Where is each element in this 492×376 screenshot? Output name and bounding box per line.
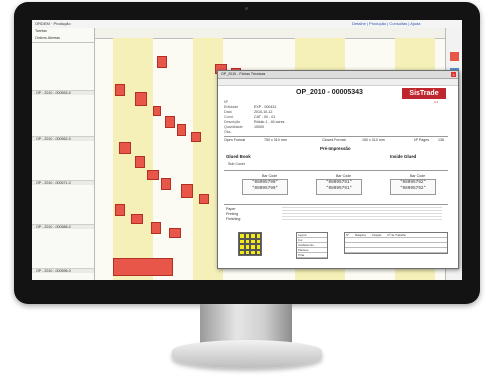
field-row: Entidade EXP - 000431 xyxy=(224,105,277,109)
sidebar-header-tasks[interactable]: Tarefas xyxy=(32,28,94,35)
monitor: ORDEM · Produção Detalhe | Produção | Co… xyxy=(14,2,480,304)
process-text xyxy=(282,207,442,221)
task-block[interactable] xyxy=(191,132,201,142)
sidebar-row[interactable]: OP - 2010 - 000562-0 xyxy=(32,136,94,141)
sistrade-logo: SisTrade xyxy=(402,88,446,99)
task-block[interactable] xyxy=(181,184,193,198)
technical-sheet: OP_2010 - 00005343 SisTrade 3.1 Nº Entid… xyxy=(222,86,450,264)
op-number: OP_2010 - 00005343 xyxy=(296,89,363,96)
panel-icon[interactable] xyxy=(450,52,459,61)
printing-label: Printing xyxy=(226,212,239,216)
closed-format-value: 150 x 310 mm xyxy=(362,138,385,142)
field-row: Quantidade 10000 xyxy=(224,125,264,129)
sidebar-header-orders[interactable]: Ordens Abertas xyxy=(32,35,94,42)
field-row: Nº xyxy=(224,100,228,104)
task-block[interactable] xyxy=(135,156,145,168)
paper-label: Paper xyxy=(226,207,236,211)
task-block[interactable] xyxy=(165,116,175,128)
task-block[interactable] xyxy=(131,214,143,224)
task-block[interactable] xyxy=(177,124,186,136)
pages-value: 136 xyxy=(438,138,444,142)
window-title: ORDEM · Produção xyxy=(35,21,71,26)
monitor-stand xyxy=(200,304,292,344)
logo-subtitle: 3.1 xyxy=(434,100,439,104)
task-block[interactable] xyxy=(147,170,159,180)
barcode: *08095792* *08095792* xyxy=(390,179,436,195)
task-block[interactable] xyxy=(135,92,147,106)
layout-table: Layout Cor Acabamento Pantone Tinta xyxy=(296,232,328,259)
machine-table: Nº Máquina Chapas Nº de Trabalho xyxy=(344,232,448,254)
sidebar-row[interactable]: OP - 2010 - 000553-0 xyxy=(32,90,94,95)
pages-label: Nº Pages xyxy=(414,138,430,142)
close-icon[interactable]: × xyxy=(451,72,456,77)
sidebar-row[interactable]: OP - 2010 - 000571-0 xyxy=(32,180,94,185)
sidebar-row[interactable]: OP - 2010 - 000596-0 xyxy=(32,268,94,273)
dialog-toolbar xyxy=(218,79,458,86)
barcode: *08095790* *08095790* xyxy=(242,179,288,195)
field-row: Obs. xyxy=(224,130,232,134)
dialog-title: OP_2010 - Fichas Técnicas xyxy=(218,71,458,79)
sidebar-row[interactable]: OP - 2010 - 000588-0 xyxy=(32,224,94,229)
barcode-label: Bar Code xyxy=(410,174,426,178)
sidebar: Tarefas Ordens Abertas OP - 2010 - 00055… xyxy=(32,28,95,280)
closed-format-label: Closed Format xyxy=(322,138,346,142)
field-row: Descrição Rótulo 1 - 40 cores xyxy=(224,120,285,124)
barcode: *08095791* *08095791* xyxy=(316,179,362,195)
field-row: Data 2010-10-12 xyxy=(224,110,273,114)
open-format-value: 750 x 310 mm xyxy=(264,138,287,142)
barcode-label: Bar Code xyxy=(336,174,352,178)
top-menu[interactable]: Detalhe | Produção | Consultas | Ajuda xyxy=(352,20,421,28)
task-block[interactable] xyxy=(199,194,209,204)
task-block[interactable] xyxy=(153,106,161,116)
task-block[interactable] xyxy=(157,56,167,68)
section-glued-book: Glued Book xyxy=(226,154,251,159)
finishing-label: Finishing xyxy=(226,217,241,221)
camera xyxy=(245,7,248,10)
task-block[interactable] xyxy=(151,222,161,234)
barcode-label: Bar Code xyxy=(262,174,278,178)
cover-label: Sub Cover xyxy=(228,162,245,166)
imposition-grid xyxy=(238,232,262,256)
task-block[interactable] xyxy=(169,228,181,238)
task-block[interactable] xyxy=(161,178,171,190)
task-block[interactable] xyxy=(113,258,173,276)
op-dialog: OP_2010 - Fichas Técnicas × OP_2010 - 00… xyxy=(217,70,459,269)
field-row: Cond. CAT - 00 - 01 xyxy=(224,115,276,119)
task-block[interactable] xyxy=(115,204,125,216)
section-inside-glued: Inside Glued xyxy=(390,154,417,159)
open-format-label: Open Format xyxy=(224,138,246,142)
section-preprint: Pré-Impressão xyxy=(320,146,351,151)
screen: ORDEM · Produção Detalhe | Produção | Co… xyxy=(32,20,462,280)
task-block[interactable] xyxy=(119,142,131,154)
task-block[interactable] xyxy=(115,84,125,96)
monitor-base xyxy=(172,340,322,368)
